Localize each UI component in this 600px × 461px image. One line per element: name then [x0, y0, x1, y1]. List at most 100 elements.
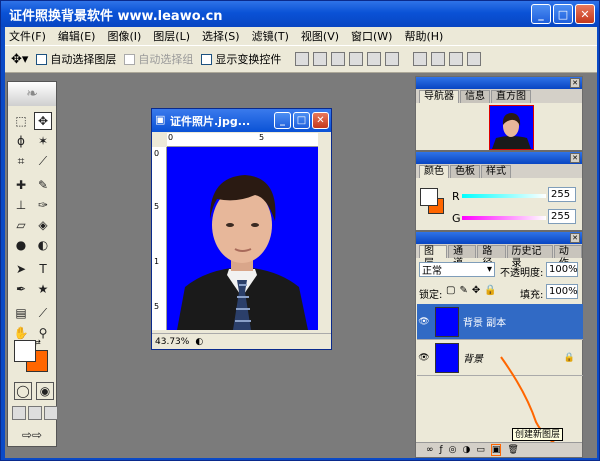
red-slider[interactable] — [462, 194, 546, 198]
new-group-icon[interactable]: ▭ — [476, 445, 485, 455]
quick-mask-icon[interactable]: ◉ — [36, 382, 54, 400]
eye-icon[interactable]: 👁 — [417, 353, 431, 363]
red-value-input[interactable]: 255 — [548, 187, 576, 202]
shape-tool-icon[interactable]: ★ — [34, 280, 52, 298]
align-hcenter-icon[interactable] — [367, 52, 382, 66]
layer-mask-icon[interactable]: ◎ — [449, 445, 457, 455]
align-bottom-icon[interactable] — [331, 52, 346, 66]
magic-wand-tool-icon[interactable]: ✶ — [34, 132, 52, 150]
history-brush-icon[interactable]: ✑ — [34, 196, 52, 214]
maximize-icon[interactable]: □ — [553, 4, 573, 24]
green-value-input[interactable]: 255 — [548, 209, 576, 224]
minimize-icon[interactable]: _ — [531, 4, 551, 24]
tab-styles[interactable]: 样式 — [481, 165, 511, 178]
jump-to-imageready-icon[interactable]: ⇨⇨ — [12, 426, 52, 444]
foreground-color-swatch[interactable] — [14, 340, 36, 362]
marquee-tool-icon[interactable]: ⬚ — [12, 112, 30, 130]
panel-close-icon[interactable]: ✕ — [570, 233, 580, 243]
layer-name[interactable]: 背景 — [463, 350, 483, 365]
screen-mode-full-menu-icon[interactable] — [28, 406, 42, 420]
menu-view[interactable]: 视图(V) — [301, 28, 339, 44]
menu-filter[interactable]: 滤镜(T) — [252, 28, 289, 44]
eye-icon[interactable]: 👁 — [417, 317, 431, 327]
photo-canvas[interactable] — [167, 147, 318, 330]
green-slider[interactable] — [462, 216, 546, 220]
show-transform-checkbox[interactable]: 显示变换控件 — [201, 51, 281, 67]
distribute-top-icon[interactable] — [413, 52, 428, 66]
panel-fg-swatch[interactable] — [420, 188, 438, 206]
fill-input[interactable]: 100% — [546, 284, 578, 299]
blur-tool-icon[interactable]: ● — [12, 236, 30, 254]
ruler-label: 0 — [154, 149, 160, 158]
close-icon[interactable]: ✕ — [575, 4, 595, 24]
tab-histogram[interactable]: 直方图 — [491, 90, 531, 103]
blend-mode-select[interactable]: 正常 ▾ — [419, 262, 495, 277]
healing-brush-icon[interactable]: ✚ — [12, 176, 30, 194]
navigator-thumbnail[interactable] — [489, 105, 534, 150]
lock-icons[interactable]: ▢✎✥🔒 — [446, 285, 501, 296]
menu-layer[interactable]: 图层(L) — [153, 28, 190, 44]
clone-stamp-icon[interactable]: ⊥ — [12, 196, 30, 214]
opacity-input[interactable]: 100% — [546, 262, 578, 277]
layer-name[interactable]: 背景 副本 — [463, 314, 506, 329]
portrait-photo — [167, 147, 318, 330]
lasso-tool-icon[interactable]: ϕ — [12, 132, 30, 150]
layers-panel: ✕ 图层 通道 路径 历史记录 动作 正常 ▾ 不透明度: 100% 锁定: ▢… — [415, 231, 583, 458]
menu-edit[interactable]: 编辑(E) — [58, 28, 96, 44]
layer-style-icon[interactable]: ƒ — [440, 445, 443, 455]
tab-paths[interactable]: 路径 — [477, 245, 506, 269]
tab-channels[interactable]: 通道 — [448, 245, 477, 269]
dodge-tool-icon[interactable]: ◐ — [34, 236, 52, 254]
menu-select[interactable]: 选择(S) — [202, 28, 240, 44]
menu-help[interactable]: 帮助(H) — [404, 28, 443, 44]
new-layer-icon[interactable]: ▣ — [490, 444, 502, 456]
menu-file[interactable]: 文件(F) — [9, 28, 46, 44]
align-right-icon[interactable] — [385, 52, 400, 66]
screen-mode-full-icon[interactable] — [44, 406, 58, 420]
standard-mode-icon[interactable]: ◯ — [14, 382, 32, 400]
tab-navigator[interactable]: 导航器 — [419, 90, 459, 103]
distribute-left-icon[interactable] — [467, 52, 482, 66]
layer-row-background-copy[interactable]: 👁 背景 副本 — [417, 304, 583, 340]
distribute-bottom-icon[interactable] — [449, 52, 464, 66]
distribute-vcenter-icon[interactable] — [431, 52, 446, 66]
tab-history[interactable]: 历史记录 — [506, 245, 553, 269]
align-top-icon[interactable] — [295, 52, 310, 66]
status-arrow-icon[interactable]: ◐ — [195, 337, 203, 347]
pen-tool-icon[interactable]: ✒ — [12, 280, 30, 298]
screen-mode-standard-icon[interactable] — [12, 406, 26, 420]
panel-close-icon[interactable]: ✕ — [570, 78, 580, 88]
move-tool-icon[interactable]: ✥ — [34, 112, 52, 130]
move-tool-preset-icon[interactable]: ✥▾ — [11, 52, 28, 67]
horizontal-ruler: 0 5 — [167, 133, 318, 147]
tab-swatches[interactable]: 色板 — [450, 165, 480, 178]
tab-actions[interactable]: 动作 — [553, 245, 583, 269]
doc-close-icon[interactable]: ✕ — [312, 112, 329, 129]
slice-tool-icon[interactable]: ⟋ — [34, 152, 52, 170]
eyedropper-tool-icon[interactable]: ⟋ — [34, 304, 52, 322]
menu-window[interactable]: 窗口(W) — [351, 28, 392, 44]
doc-minimize-icon[interactable]: _ — [274, 112, 291, 129]
paint-bucket-icon[interactable]: ◈ — [34, 216, 52, 234]
crop-tool-icon[interactable]: ⌗ — [12, 152, 30, 170]
tab-color[interactable]: 颜色 — [419, 165, 449, 178]
panel-close-icon[interactable]: ✕ — [570, 153, 580, 163]
checkbox-box[interactable] — [36, 53, 48, 65]
menu-image[interactable]: 图像(I) — [107, 28, 141, 44]
checkbox-box[interactable] — [201, 53, 213, 65]
align-vcenter-icon[interactable] — [313, 52, 328, 66]
brush-tool-icon[interactable]: ✎ — [34, 176, 52, 194]
chevron-down-icon[interactable]: ▾ — [487, 264, 494, 275]
tab-layers[interactable]: 图层 — [419, 245, 448, 269]
auto-select-layer-checkbox[interactable]: 自动选择图层 — [36, 51, 116, 67]
eraser-tool-icon[interactable]: ▱ — [12, 216, 30, 234]
notes-tool-icon[interactable]: ▤ — [12, 304, 30, 322]
delete-layer-icon[interactable]: 🗑 — [507, 445, 518, 455]
adjustment-layer-icon[interactable]: ◑ — [463, 445, 471, 455]
path-select-icon[interactable]: ➤ — [12, 260, 30, 278]
type-tool-icon[interactable]: T — [34, 260, 52, 278]
link-layers-icon[interactable]: ∞ — [426, 445, 434, 455]
doc-maximize-icon[interactable]: □ — [293, 112, 310, 129]
align-left-icon[interactable] — [349, 52, 364, 66]
tab-info[interactable]: 信息 — [460, 90, 490, 103]
